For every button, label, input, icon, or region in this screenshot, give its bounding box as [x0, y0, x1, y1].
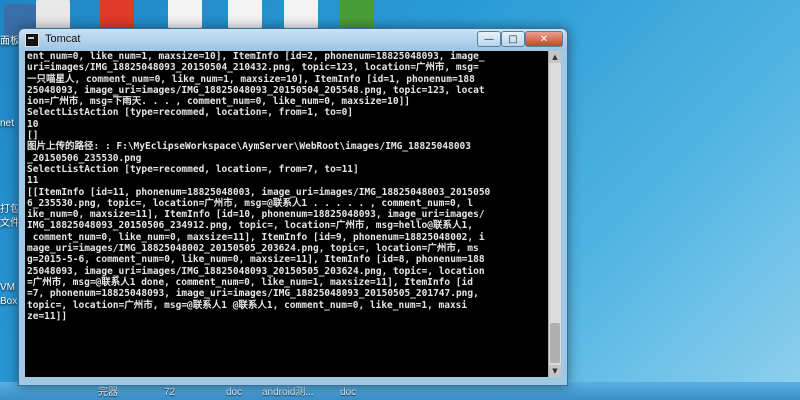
desktop-label: 打包 [0, 204, 20, 215]
console-line: ike_num=0, maxsize=11], ItemInfo [id=10,… [27, 209, 485, 221]
console-line: SelectListAction [type=recommed, locatio… [27, 163, 359, 175]
desktop-icon-6[interactable] [284, 0, 318, 30]
console-line: mage_uri=images/IMG_18825048002_20150505… [27, 243, 479, 255]
desktop-icon-4[interactable] [168, 0, 202, 30]
close-button[interactable]: ✕ [525, 31, 563, 47]
scroll-thumb[interactable] [550, 323, 560, 363]
scroll-down-arrow-icon[interactable]: ▼ [549, 365, 561, 377]
scroll-up-arrow-icon[interactable]: ▲ [549, 51, 561, 63]
console-line: 一只喵星人, comment_num=0, like_num=1, maxsiz… [27, 73, 475, 85]
desktop-icon-5[interactable] [228, 0, 262, 30]
desktop-label: Box [0, 296, 18, 307]
window-titlebar[interactable]: Tomcat — □ ✕ [19, 29, 567, 51]
console-line: [[ItemInfo [id=11, phonenum=18825048003,… [27, 186, 491, 198]
console-line: ze=11]] [27, 310, 68, 322]
console-line: 6_235530.png, topic=, location=广州市, msg=… [27, 197, 473, 209]
console-line: 10 [27, 118, 39, 130]
console-line: =7, phonenum=18825048093, image_uri=imag… [27, 288, 479, 300]
console-line: topic=, location=广州市, msg=@联系人1 @联系人1, c… [27, 299, 468, 311]
desktop-label: 文件 [0, 218, 20, 229]
desktop-label: 面板 [0, 36, 20, 47]
console-line: =广州市, msg=@联系人1 done, comment_num=0, lik… [27, 276, 473, 288]
console-line: _20150506_235530.png [27, 152, 142, 164]
console-app-icon [25, 33, 39, 47]
desktop-label: net [0, 118, 14, 129]
maximize-button[interactable]: □ [501, 31, 525, 47]
taskbar-item[interactable]: doc [340, 387, 356, 398]
desktop-icon-3[interactable] [100, 0, 134, 30]
console-line: 25048093, image_uri=images/IMG_188250480… [27, 84, 485, 96]
console-output[interactable]: ent_num=0, like_num=1, maxsize=10], Item… [25, 51, 549, 377]
minimize-button[interactable]: — [477, 31, 501, 47]
console-line: SelectListAction [type=recommed, locatio… [27, 107, 354, 119]
desktop-icon-7[interactable] [340, 0, 374, 30]
console-line: comment_num=0, like_num=0, maxsize=11], … [27, 231, 485, 243]
window-title: Tomcat [45, 33, 81, 45]
console-line: ion=广州市, msg=下雨天. . . , comment_num=0, l… [27, 96, 411, 108]
console-line: 11 [27, 175, 39, 187]
console-line: 图片上传的路径: : F:\MyEclipseWorkspace\AymServ… [27, 141, 471, 153]
tomcat-window[interactable]: Tomcat — □ ✕ ent_num=0, like_num=1, maxs… [18, 28, 568, 386]
taskbar-item[interactable]: 72 [164, 387, 175, 398]
taskbar-item[interactable]: doc [226, 387, 242, 398]
console-line: uri=images/IMG_18825048093_20150504_2104… [27, 62, 479, 74]
console-line: [] [27, 130, 39, 142]
desktop-label: VM [0, 282, 15, 293]
console-line: ent_num=0, like_num=1, maxsize=10], Item… [27, 51, 485, 62]
console-line: g=2015-5-6, comment_num=0, like_num=0, m… [27, 254, 485, 266]
vertical-scrollbar[interactable]: ▲ ▼ [548, 51, 561, 377]
console-line: IMG_18825048093_20150506_234912.png, top… [27, 220, 473, 232]
console-line: 25048093, image_uri=images/IMG_188250480… [27, 265, 485, 277]
